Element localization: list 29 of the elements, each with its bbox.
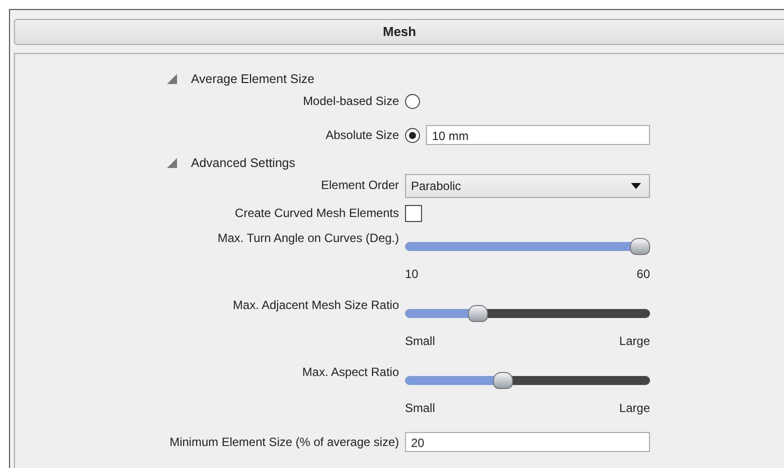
field-label: Create Curved Mesh Elements <box>234 205 400 222</box>
collapse-triangle-icon[interactable] <box>166 73 178 85</box>
slider-min-label: Small <box>405 401 436 415</box>
field-label: Max. Adjacent Mesh Size Ratio <box>232 297 400 313</box>
dropdown[interactable]: Parabolic <box>405 174 650 198</box>
section-title: Average Element Size <box>191 72 314 86</box>
slider-min-label: Small <box>405 334 436 348</box>
slider-max-label: 60 <box>636 267 650 281</box>
slider-thumb[interactable] <box>468 305 488 322</box>
input-field[interactable]: 10 mm <box>426 125 650 145</box>
checkbox[interactable] <box>405 204 422 222</box>
field-label: Max. Aspect Ratio <box>301 364 400 380</box>
input-field[interactable]: 20 <box>405 432 650 452</box>
field-label: Minimum Element Size (% of average size) <box>168 434 400 451</box>
field-label: Absolute Size <box>324 127 400 144</box>
field-label: Max. Turn Angle on Curves (Deg.) <box>216 230 400 246</box>
slider-max-label: Large <box>619 334 650 348</box>
radio-button[interactable] <box>405 128 420 142</box>
slider-max-label: Large <box>619 401 650 415</box>
field-label: Element Order <box>320 177 400 194</box>
field-label: Model-based Size <box>302 93 400 110</box>
slider-thumb[interactable] <box>630 238 650 255</box>
slider-min-label: 10 <box>405 267 418 281</box>
caret-icon <box>631 183 641 189</box>
collapse-triangle-icon[interactable] <box>166 157 178 169</box>
panel-header[interactable]: Mesh <box>14 19 784 45</box>
section-title: Advanced Settings <box>191 156 296 170</box>
radio-button[interactable] <box>405 94 420 108</box>
slider-thumb[interactable] <box>492 372 513 389</box>
